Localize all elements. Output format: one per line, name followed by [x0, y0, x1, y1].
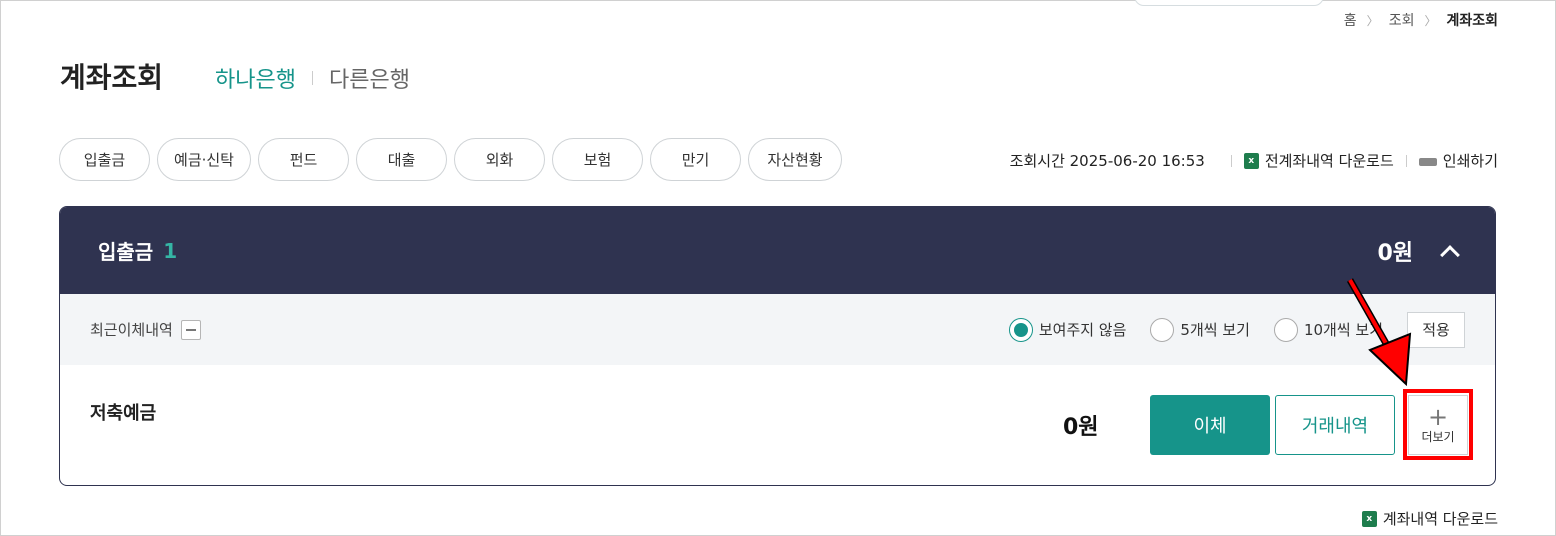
top-search-pill[interactable]	[1134, 0, 1324, 6]
account-name[interactable]: 저축예금	[90, 399, 156, 425]
panel-total: 0원	[1377, 240, 1413, 266]
print-link[interactable]: 인쇄하기	[1443, 150, 1498, 171]
radio-checked-icon[interactable]	[1008, 317, 1033, 342]
radio-show-10-label: 10개씩 보기	[1303, 321, 1383, 339]
breadcrumb: 홈 〉 조회 〉 계좌조회	[1344, 10, 1498, 30]
account-download-area: x 계좌내역 다운로드	[1361, 508, 1498, 529]
page-title: 계좌조회	[60, 61, 164, 94]
transaction-history-button[interactable]: 거래내역	[1275, 395, 1395, 455]
chevron-right-icon: 〉	[1424, 13, 1437, 28]
category-tabs: 입출금 예금·신탁 펀드 대출 외화 보험 만기 자산현황	[59, 138, 842, 181]
chevron-right-icon: 〉	[1366, 13, 1379, 28]
recent-transfer-label: 최근이체내역	[90, 321, 173, 339]
more-button-label: 더보기	[1421, 429, 1455, 444]
category-tab-fund[interactable]: 펀드	[258, 138, 349, 181]
category-tab-savings-trust[interactable]: 예금·신탁	[157, 138, 251, 181]
excel-icon: x	[1243, 152, 1259, 169]
account-download-link[interactable]: 계좌내역 다운로드	[1383, 508, 1498, 529]
category-tab-foreign-currency[interactable]: 외화	[454, 138, 545, 181]
category-tab-loan[interactable]: 대출	[356, 138, 447, 181]
toolbar-divider	[1405, 154, 1407, 167]
plus-icon: +	[1427, 402, 1449, 431]
account-count: 1	[163, 238, 178, 263]
account-panel: 입출금 1 0원 최근이체내역 보여주지 않음 5개씩 보기 10개씩 보기 적…	[59, 206, 1496, 486]
category-tab-insurance[interactable]: 보험	[552, 138, 643, 181]
toolbar-divider	[1230, 154, 1232, 167]
radio-show-10[interactable]: 10개씩 보기	[1273, 317, 1383, 342]
tab-divider	[311, 71, 313, 85]
query-time: 조회시간 2025-06-20 16:53	[1009, 152, 1205, 170]
tab-hana-bank[interactable]: 하나은행	[215, 62, 296, 94]
radio-unchecked-icon[interactable]	[1150, 317, 1175, 342]
recent-transfer-row: 최근이체내역 보여주지 않음 5개씩 보기 10개씩 보기 적용	[60, 294, 1495, 365]
category-tab-deposit-withdrawal[interactable]: 입출금	[59, 138, 150, 181]
radio-hide[interactable]: 보여주지 않음	[1008, 317, 1127, 342]
download-all-link[interactable]: 전계좌내역 다운로드	[1265, 150, 1394, 171]
breadcrumb-home[interactable]: 홈	[1344, 10, 1357, 30]
tab-other-bank[interactable]: 다른은행	[329, 62, 410, 94]
panel-title: 입출금	[98, 240, 154, 264]
breadcrumb-current: 계좌조회	[1446, 13, 1498, 29]
account-balance: 0원	[1063, 415, 1099, 440]
apply-button[interactable]: 적용	[1407, 311, 1465, 348]
printer-icon	[1418, 152, 1437, 169]
breadcrumb-level1[interactable]: 조회	[1389, 10, 1415, 30]
chevron-up-icon[interactable]	[1440, 244, 1460, 265]
transfer-button[interactable]: 이체	[1150, 395, 1270, 455]
collapse-toggle-icon[interactable]	[180, 319, 201, 340]
bank-tabs: 하나은행 다른은행	[215, 62, 410, 94]
radio-hide-label: 보여주지 않음	[1038, 321, 1127, 339]
category-tab-assets[interactable]: 자산현황	[748, 138, 842, 181]
radio-unchecked-icon[interactable]	[1273, 317, 1298, 342]
toolbar: 조회시간 2025-06-20 16:53 x 전계좌내역 다운로드 인쇄하기	[1010, 150, 1498, 171]
radio-show-5[interactable]: 5개씩 보기	[1150, 317, 1250, 342]
excel-icon: x	[1361, 510, 1377, 527]
display-options: 보여주지 않음 5개씩 보기 10개씩 보기 적용	[1008, 311, 1465, 348]
account-row: 저축예금 0원 이체 거래내역 + 더보기	[60, 365, 1495, 485]
more-button[interactable]: + 더보기	[1408, 395, 1468, 455]
panel-header[interactable]: 입출금 1 0원	[60, 207, 1495, 294]
category-tab-maturity[interactable]: 만기	[650, 138, 741, 181]
radio-show-5-label: 5개씩 보기	[1180, 321, 1250, 339]
